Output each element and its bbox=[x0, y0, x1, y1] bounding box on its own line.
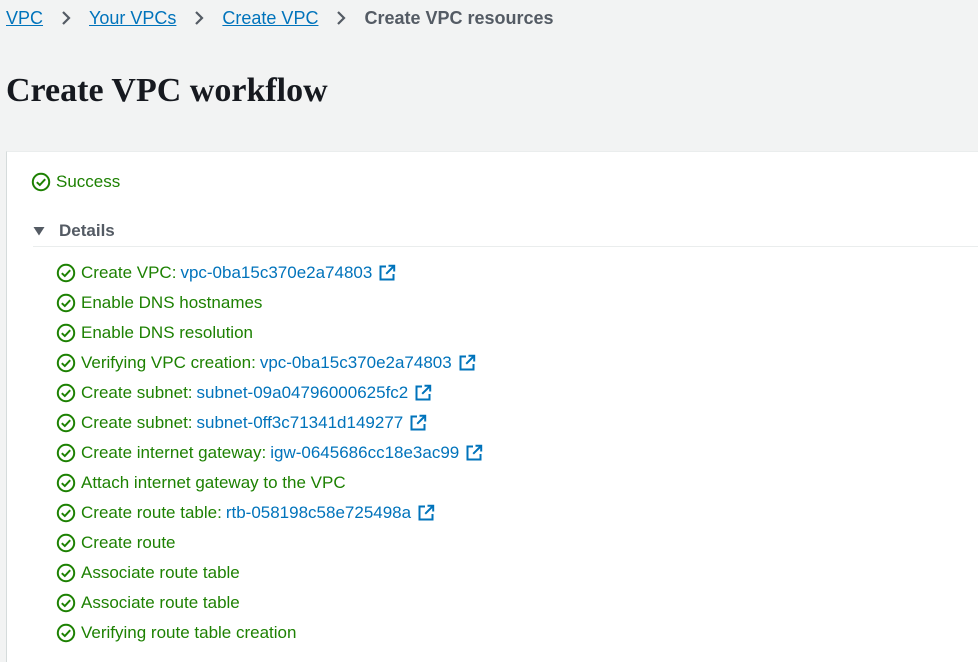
chevron-right-icon bbox=[56, 8, 76, 28]
step-label: Associate route table bbox=[81, 593, 240, 612]
check-circle-icon bbox=[56, 473, 76, 493]
step-item: Create internet gateway: igw-0645686cc18… bbox=[56, 438, 483, 468]
caret-down-icon bbox=[33, 227, 45, 236]
step-label: Enable DNS resolution bbox=[81, 323, 253, 342]
breadcrumb-link-your-vpcs[interactable]: Your VPCs bbox=[89, 8, 176, 29]
check-circle-icon bbox=[56, 263, 76, 283]
external-link-icon[interactable] bbox=[409, 414, 427, 432]
check-circle-icon bbox=[56, 413, 76, 433]
step-item: Create route table: rtb-058198c58e725498… bbox=[56, 498, 483, 528]
step-item: Associate route table bbox=[56, 558, 483, 588]
breadcrumb-link-vpc[interactable]: VPC bbox=[6, 8, 43, 29]
step-item: Attach internet gateway to the VPC bbox=[56, 468, 483, 498]
step-label: Create route bbox=[81, 533, 176, 552]
resource-link[interactable]: igw-0645686cc18e3ac99 bbox=[270, 443, 459, 463]
workflow-panel: Success Details Create VPC: vpc-0ba15c37… bbox=[6, 151, 978, 662]
step-item: Create subnet: subnet-0ff3c71341d149277 bbox=[56, 408, 483, 438]
step-label: Associate route table bbox=[81, 563, 240, 582]
step-label: Create subnet: bbox=[81, 383, 193, 402]
external-link-icon[interactable] bbox=[414, 384, 432, 402]
check-circle-icon bbox=[56, 533, 76, 553]
check-circle-icon bbox=[56, 353, 76, 373]
step-label: Verifying route table creation bbox=[81, 623, 297, 642]
step-label: Create internet gateway: bbox=[81, 443, 267, 462]
check-circle-icon bbox=[56, 563, 76, 583]
check-circle-icon bbox=[56, 323, 76, 343]
step-item: Enable DNS hostnames bbox=[56, 288, 483, 318]
external-link-icon[interactable] bbox=[465, 444, 483, 462]
external-link-icon[interactable] bbox=[378, 264, 396, 282]
step-item: Verifying route table creation bbox=[56, 618, 483, 648]
resource-link[interactable]: vpc-0ba15c370e2a74803 bbox=[180, 263, 372, 283]
external-link-icon[interactable] bbox=[417, 504, 435, 522]
check-circle-icon bbox=[56, 593, 76, 613]
external-link-icon[interactable] bbox=[458, 354, 476, 372]
step-item: Enable DNS resolution bbox=[56, 318, 483, 348]
check-circle-icon bbox=[56, 383, 76, 403]
breadcrumb-link-create-vpc[interactable]: Create VPC bbox=[222, 8, 318, 29]
step-item: Verifying VPC creation: vpc-0ba15c370e2a… bbox=[56, 348, 483, 378]
resource-link[interactable]: subnet-09a04796000625fc2 bbox=[197, 383, 409, 403]
step-list: Create VPC: vpc-0ba15c370e2a74803 Enable… bbox=[56, 258, 483, 648]
status-success: Success bbox=[31, 172, 120, 192]
resource-link[interactable]: subnet-0ff3c71341d149277 bbox=[197, 413, 404, 433]
step-item: Associate route table bbox=[56, 588, 483, 618]
step-label: Create VPC: bbox=[81, 263, 177, 282]
resource-link[interactable]: vpc-0ba15c370e2a74803 bbox=[260, 353, 452, 373]
check-circle-icon bbox=[31, 172, 51, 192]
breadcrumb-current: Create VPC resources bbox=[364, 7, 554, 28]
check-circle-icon bbox=[56, 503, 76, 523]
step-label: Verifying VPC creation: bbox=[81, 353, 256, 372]
chevron-right-icon bbox=[331, 8, 351, 28]
status-label: Success bbox=[56, 172, 121, 191]
check-circle-icon bbox=[56, 443, 76, 463]
step-item: Create VPC: vpc-0ba15c370e2a74803 bbox=[56, 258, 483, 288]
step-label: Attach internet gateway to the VPC bbox=[81, 473, 346, 492]
step-label: Enable DNS hostnames bbox=[81, 293, 263, 312]
breadcrumb: VPC Your VPCs Create VPC Create VPC reso… bbox=[6, 6, 554, 30]
step-label: Create subnet: bbox=[81, 413, 193, 432]
page-title: Create VPC workflow bbox=[6, 72, 328, 109]
step-item: Create route bbox=[56, 528, 483, 558]
check-circle-icon bbox=[56, 293, 76, 313]
step-item: Create subnet: subnet-09a04796000625fc2 bbox=[56, 378, 483, 408]
check-circle-icon bbox=[56, 623, 76, 643]
step-label: Create route table: bbox=[81, 503, 222, 522]
chevron-right-icon bbox=[189, 8, 209, 28]
details-label: Details bbox=[59, 221, 115, 240]
resource-link[interactable]: rtb-058198c58e725498a bbox=[226, 503, 411, 523]
details-toggle[interactable]: Details bbox=[33, 216, 978, 247]
